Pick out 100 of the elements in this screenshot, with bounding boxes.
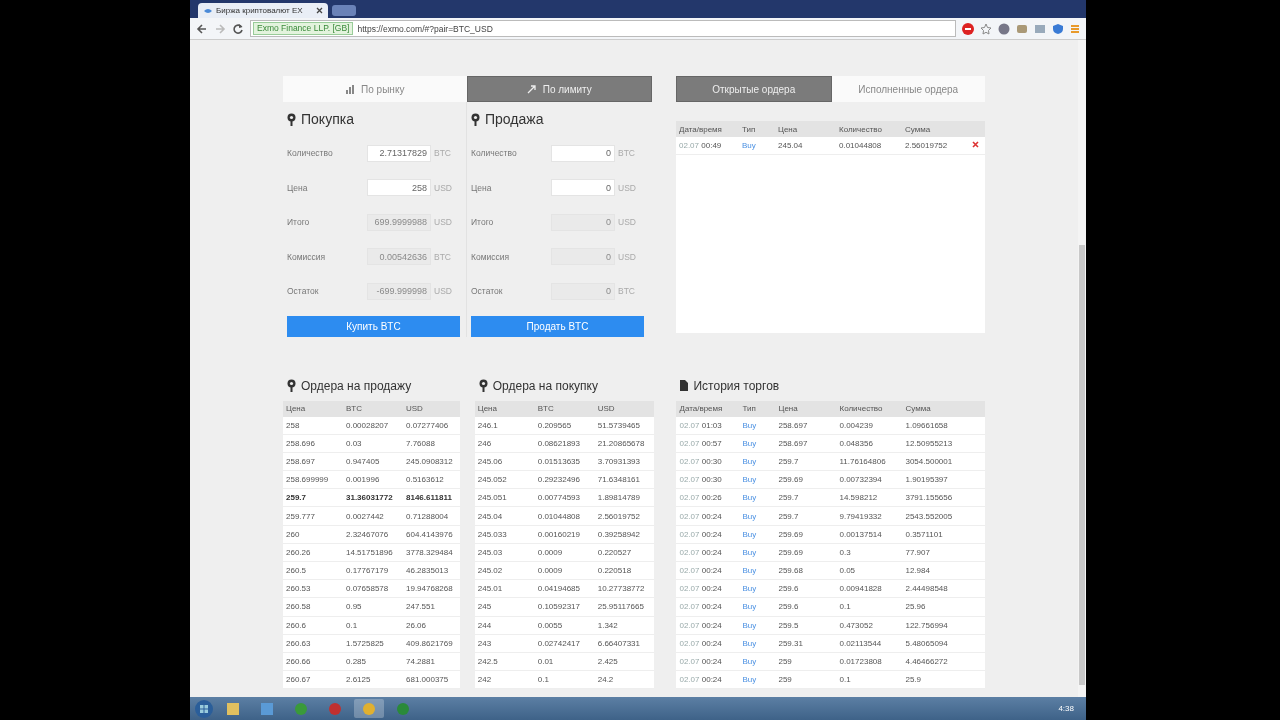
taskbar-app-icon[interactable] — [354, 699, 384, 718]
table-cell-text: 1.89814789 — [597, 493, 641, 503]
scroll-thumb[interactable] — [1079, 245, 1085, 685]
date-text: 02.07 — [679, 584, 700, 594]
sell-button[interactable]: Продать BTC — [471, 315, 644, 337]
type-link[interactable]: Buy — [742, 420, 757, 430]
table-cell-text: 259.69 — [778, 529, 804, 539]
field-label: Остаток — [287, 286, 320, 297]
table-cell-text: 11.76164806 — [839, 456, 887, 466]
table-cell-text: 259.69 — [778, 547, 804, 557]
table-cell-text: 19.94768268 — [406, 584, 454, 594]
table-cell-text: 259.7 — [778, 493, 800, 503]
column-header: BTC — [346, 404, 363, 413]
document-icon — [680, 380, 689, 391]
type-link[interactable]: Buy — [742, 675, 757, 685]
type-link[interactable]: Buy — [742, 511, 757, 521]
table-cell-text: 12.984 — [905, 566, 931, 576]
input-field[interactable]: 0 — [551, 179, 615, 197]
date-text: 02.07 — [679, 657, 700, 667]
order-type-tab[interactable]: По лимиту — [466, 76, 652, 102]
new-tab-button[interactable] — [332, 5, 356, 16]
table-cell-text: 243 — [477, 638, 493, 648]
table-title: Ордера на продажу — [301, 378, 412, 393]
table-cell-text: 25.96 — [905, 602, 927, 612]
start-button[interactable] — [194, 698, 214, 719]
forward-icon[interactable] — [214, 22, 226, 35]
table-cell-text: 122.756994 — [905, 620, 949, 630]
table-cell-text: 260.53 — [286, 584, 312, 594]
stop-icon[interactable] — [962, 22, 974, 35]
date-text: 02.07 — [679, 566, 700, 576]
type-link[interactable]: Buy — [742, 141, 756, 151]
table-cell-text: 260.66 — [286, 657, 312, 667]
type-link[interactable]: Buy — [742, 602, 757, 612]
table-cell-text: 0.0027442 — [346, 511, 385, 521]
table-cell-text: 0.00028207 — [346, 420, 390, 430]
star-icon[interactable] — [980, 22, 992, 35]
buy-button[interactable]: Купить BTC — [287, 315, 460, 337]
table-cell-text: 2.56019752 — [905, 141, 949, 151]
type-link[interactable]: Buy — [742, 657, 757, 667]
type-link[interactable]: Buy — [742, 475, 757, 485]
close-icon[interactable] — [972, 141, 979, 149]
type-link[interactable]: Buy — [742, 493, 757, 503]
table-cell-text: 0.0055 — [537, 620, 564, 630]
type-link[interactable]: Buy — [742, 638, 757, 648]
table-cell-text: 0.3 — [839, 547, 852, 557]
table-cell-text: 10.27738772 — [597, 584, 646, 594]
reload-icon[interactable] — [232, 22, 244, 35]
menu-icon[interactable] — [1070, 22, 1080, 35]
input-field[interactable]: 2.71317829 — [367, 144, 431, 162]
input-field[interactable]: 258 — [367, 179, 431, 197]
scrollbar[interactable] — [1078, 40, 1086, 697]
table-cell-text: 259.69 — [778, 475, 804, 485]
type-link[interactable]: Buy — [742, 620, 757, 630]
input-field[interactable]: 0 — [551, 144, 615, 162]
table-cell-text: 0.1 — [346, 620, 359, 630]
table-cell-text: 242 — [477, 675, 493, 685]
table-cell-text: 0.1 — [537, 675, 550, 685]
table-cell-text: 259.777 — [286, 511, 316, 521]
table-cell-text: 245.0908312 — [406, 456, 454, 466]
type-link[interactable]: Buy — [742, 456, 757, 466]
column-header: Сумма — [905, 404, 932, 413]
time-text: 00:24 — [701, 657, 722, 667]
table-cell-text: 0.01723808 — [839, 657, 883, 667]
table-cell-text: 259.68 — [778, 566, 804, 576]
date-text: 02.07 — [679, 438, 700, 448]
table-cell-text: 2.44498548 — [905, 584, 949, 594]
form-title: Продажа — [485, 111, 544, 127]
table-cell-text: 0.00774593 — [537, 493, 581, 503]
table-cell-text: 0.5163612 — [406, 475, 445, 485]
field-label: Остаток — [471, 286, 504, 297]
type-link[interactable]: Buy — [742, 438, 757, 448]
orders-tab[interactable]: Исполненные ордера — [831, 76, 985, 102]
table-cell-text: 2.6125 — [346, 675, 372, 685]
orders-tab[interactable]: Открытые ордера — [676, 76, 832, 102]
table-cell-text: 0.02742417 — [537, 638, 581, 648]
close-icon[interactable] — [316, 7, 323, 14]
table-cell-text: 0.3571101 — [905, 529, 944, 539]
address-bar[interactable]: Exmo Finance LLP. [GB] https://exmo.com/#?pair=BTC_USD — [250, 20, 956, 37]
table-cell-text: 681.000375 — [406, 675, 450, 685]
type-link[interactable]: Buy — [742, 584, 757, 594]
time-text: 00:24 — [701, 547, 722, 557]
back-icon[interactable] — [196, 22, 208, 35]
table-cell-text: 0.220518 — [597, 566, 633, 576]
unit-label: USD — [434, 217, 452, 228]
table-cell-text: 0.01513635 — [537, 456, 581, 466]
shield-icon[interactable] — [1052, 22, 1064, 35]
table-cell-text: 6.66407331 — [597, 638, 641, 648]
type-link[interactable]: Buy — [742, 547, 757, 557]
type-link[interactable]: Buy — [742, 566, 757, 576]
table-cell-text: 1.342 — [597, 620, 619, 630]
table-cell-text: 12.50955213 — [905, 438, 954, 448]
table-cell-text: 2.56019752 — [597, 511, 641, 521]
field-label: Итого — [287, 217, 311, 228]
browser-tab[interactable]: Биржа криптовалют EX — [198, 3, 328, 18]
order-type-tab[interactable]: По рынку — [283, 76, 467, 102]
table-cell-text: 3791.155656 — [905, 493, 954, 503]
table-cell-text: 0.01044808 — [537, 511, 581, 521]
type-link[interactable]: Buy — [742, 529, 757, 539]
pin-icon — [478, 379, 488, 392]
table-cell-text: 1.5725825 — [346, 638, 385, 648]
